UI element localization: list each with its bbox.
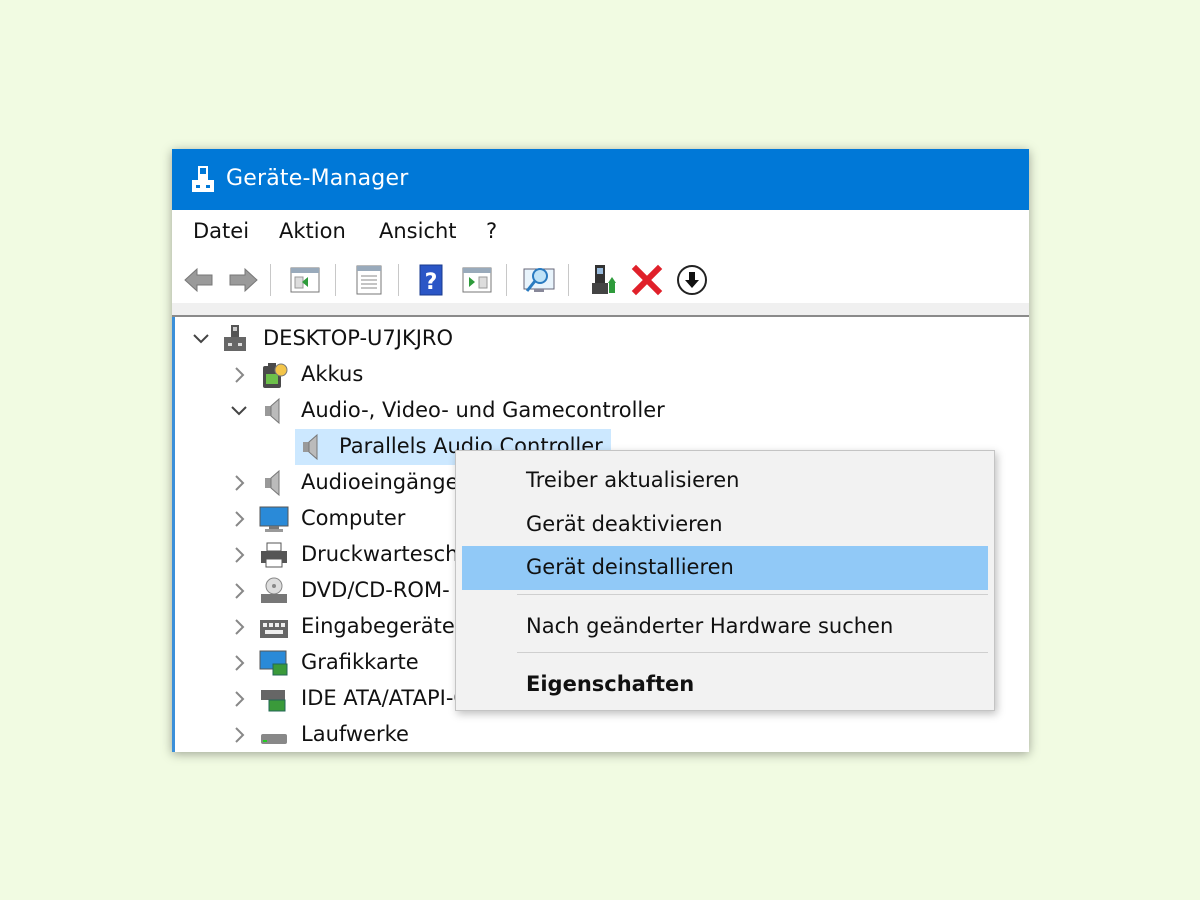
disable-icon[interactable] [675,263,709,297]
toolbar-separator [335,264,336,296]
svg-text:?: ? [425,270,438,295]
computer-node-icon [224,325,246,351]
printer-icon [261,542,287,568]
chevron-right-icon[interactable] [229,653,249,673]
menu-properties[interactable]: Eigenschaften [462,663,988,707]
tree-item-akkus[interactable]: Akkus [175,357,975,393]
menu-item-label: Treiber aktualisieren [526,468,740,492]
back-icon[interactable] [182,263,216,297]
menu-datei[interactable]: Datei [193,219,249,243]
menu-aktion[interactable]: Aktion [279,219,346,243]
chevron-right-icon[interactable] [229,509,249,529]
properties-icon[interactable] [352,263,386,297]
monitor-icon [259,506,289,532]
uninstall-icon[interactable] [630,263,664,297]
tree-item-label: Audioeingänge [301,470,459,494]
window-title: Geräte-Manager [226,166,409,191]
chevron-right-icon[interactable] [229,365,249,385]
toolbar-separator [398,264,399,296]
action-pane-icon[interactable] [460,263,494,297]
tree-item-laufwerke[interactable]: Laufwerke [175,717,975,752]
display-adapter-icon [259,650,288,676]
menu-item-label: Eigenschaften [526,672,695,696]
menu-disable-device[interactable]: Gerät deaktivieren [462,503,988,547]
tree-item-label: Akkus [301,362,364,386]
battery-icon [263,363,288,388]
tree-item-label: Audio-, Video- und Gamecontroller [301,398,665,422]
menu-separator [517,652,988,653]
help-icon[interactable]: ? [415,263,449,297]
context-menu: Treiber aktualisieren Gerät deaktivieren… [455,450,995,711]
title-bar[interactable]: Geräte-Manager [172,149,1029,210]
chevron-down-icon[interactable] [229,401,249,421]
device-manager-icon [192,166,214,192]
update-driver-icon[interactable] [586,263,620,297]
chevron-right-icon[interactable] [229,689,249,709]
toolbar-divider [172,303,1029,317]
menu-help[interactable]: ? [486,219,497,243]
toolbar: ? [172,256,1029,303]
menu-item-label: Gerät deinstallieren [526,555,734,579]
speaker-icon [265,397,280,425]
console-tree-icon[interactable] [288,263,322,297]
tree-root[interactable]: DESKTOP-U7JKJRO [175,321,975,357]
speaker-icon [265,469,280,497]
tree-item-audio-video[interactable]: Audio-, Video- und Gamecontroller [175,393,975,429]
keyboard-icon [260,620,288,638]
menu-uninstall-device[interactable]: Gerät deinstallieren [462,546,988,590]
toolbar-separator [270,264,271,296]
chevron-right-icon[interactable] [229,545,249,565]
toolbar-separator [568,264,569,296]
menu-separator [517,594,988,595]
tree-item-label: Grafikkarte [301,650,419,674]
tree-item-label: Computer [301,506,406,530]
toolbar-separator [506,264,507,296]
ide-controller-icon [261,690,286,712]
speaker-icon [303,433,318,461]
chevron-right-icon[interactable] [229,473,249,493]
menu-item-label: Nach geänderter Hardware suchen [526,614,894,638]
drive-icon [261,734,287,744]
disc-drive-icon [261,577,287,603]
forward-icon[interactable] [226,263,260,297]
menu-item-label: Gerät deaktivieren [526,512,723,536]
tree-item-label: Laufwerke [301,722,409,746]
tree-root-label: DESKTOP-U7JKJRO [263,326,454,350]
chevron-right-icon[interactable] [229,581,249,601]
tree-item-label: IDE ATA/ATAPI-C [301,686,469,710]
menu-bar: Datei Aktion Ansicht ? [172,210,1029,257]
menu-scan-hardware[interactable]: Nach geänderter Hardware suchen [462,605,988,649]
tree-item-label: Eingabegeräte [301,614,455,638]
chevron-right-icon[interactable] [229,617,249,637]
chevron-right-icon[interactable] [229,725,249,745]
tree-item-label: Druckwarteschl [301,542,465,566]
chevron-down-icon[interactable] [191,329,211,349]
tree-item-label: DVD/CD-ROM- [301,578,450,602]
menu-ansicht[interactable]: Ansicht [379,219,457,243]
menu-update-driver[interactable]: Treiber aktualisieren [462,459,988,503]
scan-hardware-icon[interactable] [522,263,556,297]
